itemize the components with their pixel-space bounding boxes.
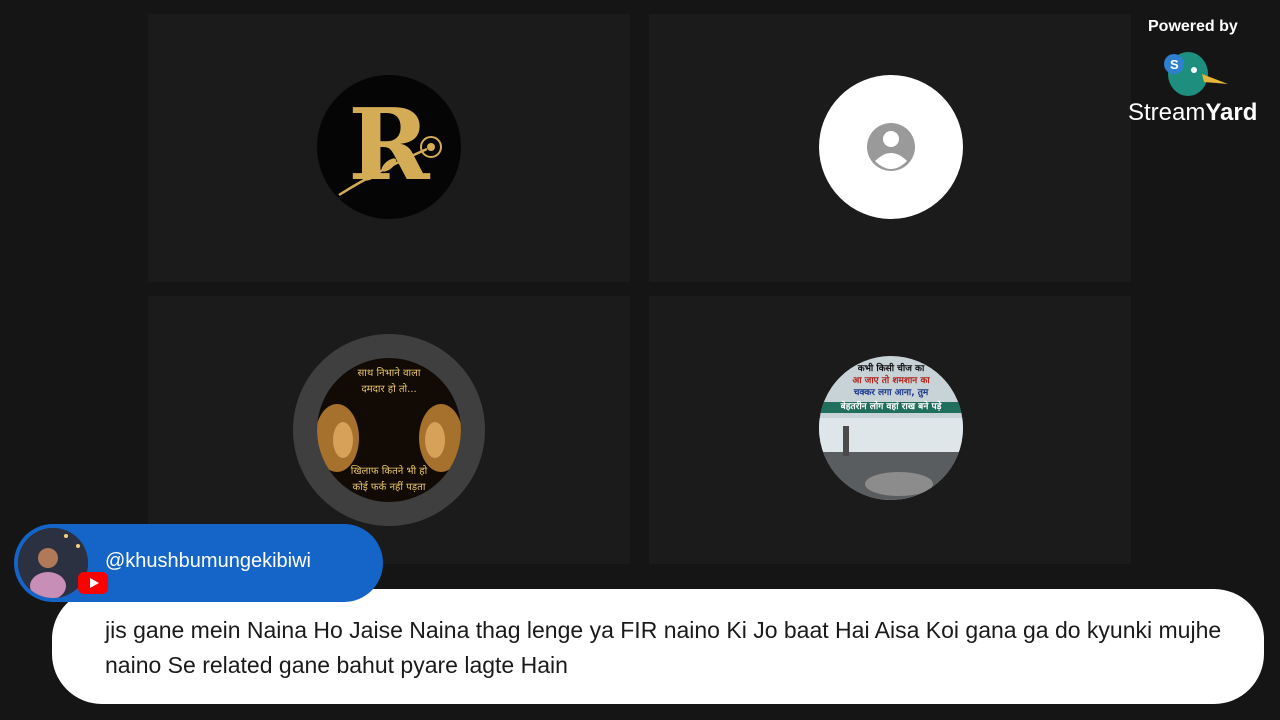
participant-avatar-r: R (317, 75, 461, 219)
youtube-icon (78, 572, 108, 594)
participant-avatar-lions: साथ निभाने वाला दमदार हो तो... खिलाफ कित… (317, 358, 461, 502)
participant-avatar-blank (819, 75, 963, 219)
svg-text:S: S (1170, 57, 1179, 72)
avatar-caption-bottom-2: कोई फर्क नहीं पड़ता (352, 482, 426, 493)
landscape-image (819, 418, 963, 500)
participant-tile-1: R (148, 14, 630, 282)
commenter-name-pill: @khushbumungekibiwi (14, 524, 383, 602)
participant-avatar-photo: कभी किसी चीज का आ जाए तो शमशान का चक्कर … (819, 356, 963, 500)
streamyard-logo-icon: S (1164, 52, 1228, 96)
comment-banner: jis gane mein Naina Ho Jaise Naina thag … (52, 589, 1264, 704)
rose-branch-icon (338, 136, 442, 197)
participant-speaking-ring: साथ निभाने वाला दमदार हो तो... खिलाफ कित… (293, 334, 485, 526)
wordmark-light: Stream (1128, 99, 1206, 126)
avatar-caption-bottom-1: खिलाफ कितने भी हो (350, 466, 428, 477)
comment-text: jis gane mein Naina Ho Jaise Naina thag … (105, 617, 1222, 678)
participant-tile-2 (649, 14, 1131, 282)
commenter-handle: @khushbumungekibiwi (105, 550, 311, 572)
wordmark-bold: Yard (1205, 99, 1258, 126)
participant-tile-4: कभी किसी चीज का आ जाए तो शमशान का चक्कर … (649, 296, 1131, 564)
streamyard-wordmark: StreamYard (1128, 99, 1257, 127)
powered-by-label: Powered by (1148, 18, 1238, 35)
default-user-icon (867, 123, 915, 171)
